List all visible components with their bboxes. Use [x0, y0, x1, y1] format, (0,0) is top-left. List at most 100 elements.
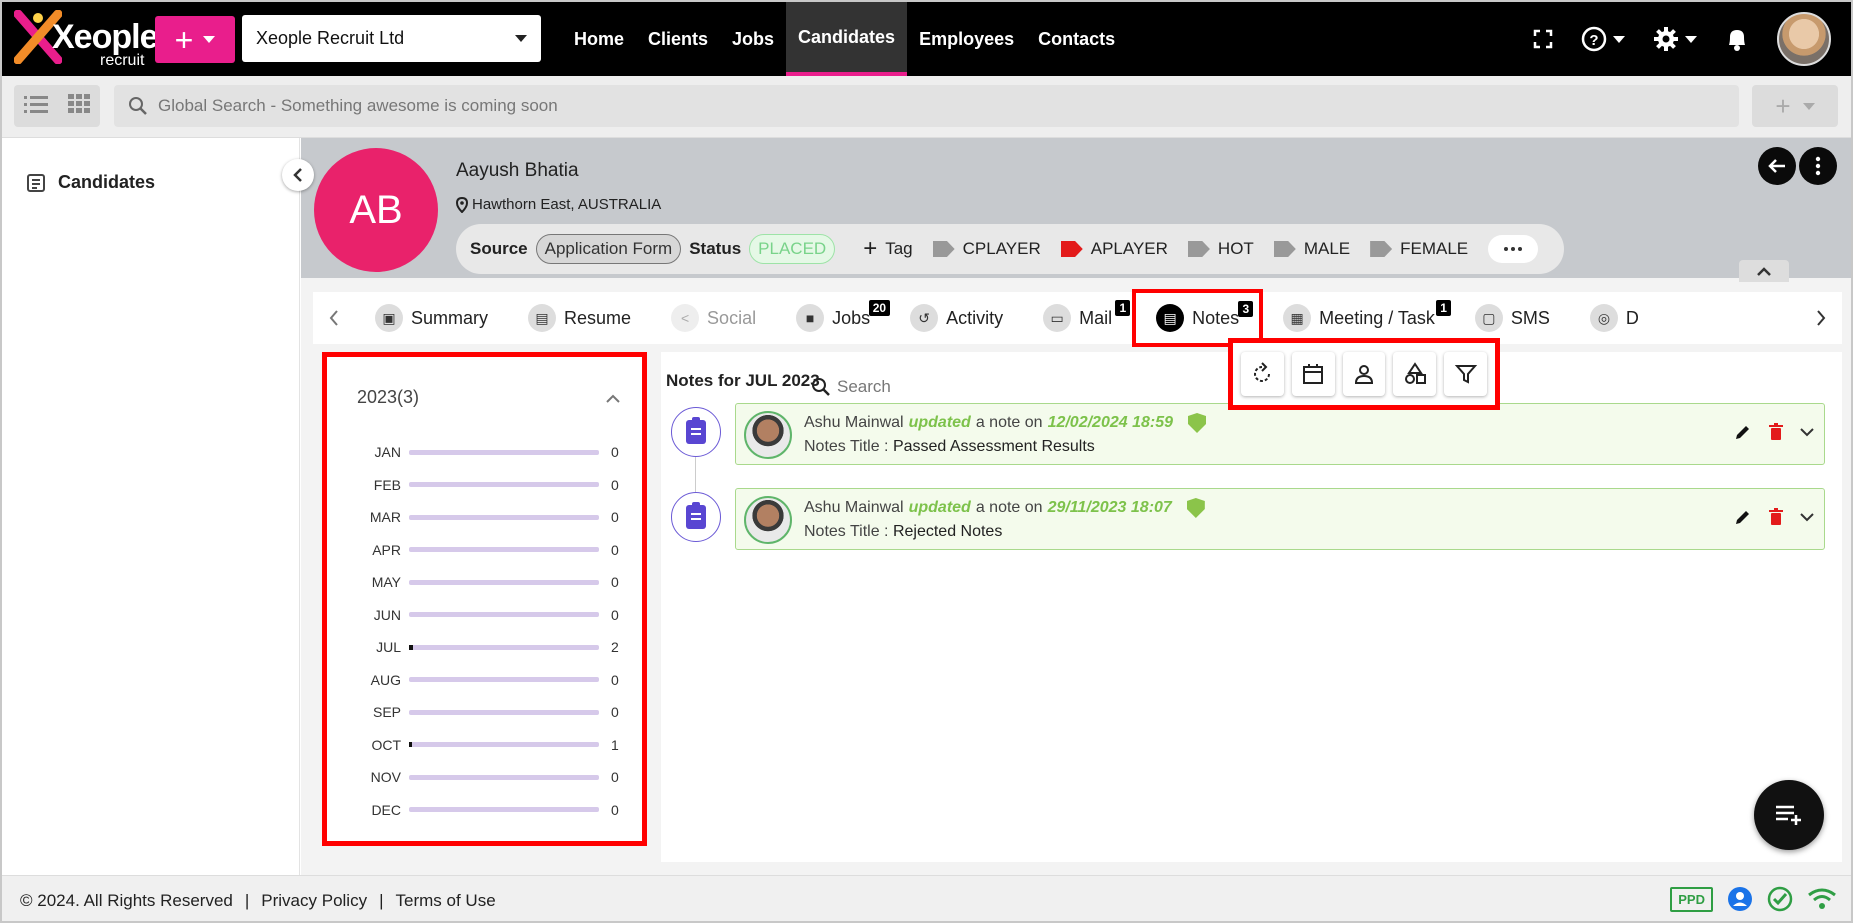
nav-jobs[interactable]: Jobs	[720, 2, 786, 76]
month-row[interactable]: NOV 0	[357, 767, 622, 787]
tag-hot[interactable]: HOT	[1187, 239, 1254, 259]
tag-cplayer[interactable]: CPLAYER	[932, 239, 1041, 259]
delete-icon[interactable]	[1768, 423, 1784, 441]
refresh-icon	[1254, 362, 1271, 382]
nav-employees[interactable]: Employees	[907, 2, 1026, 76]
more-tags-button[interactable]	[1488, 235, 1539, 263]
wifi-icon[interactable]	[1807, 887, 1837, 911]
month-row[interactable]: FEB 0	[357, 475, 622, 495]
note-item[interactable]: Ashu Mainwal updated a note on 12/02/202…	[735, 403, 1825, 465]
bell-icon[interactable]	[1725, 26, 1749, 52]
add-note-fab[interactable]	[1754, 780, 1824, 850]
month-bar-fill	[409, 742, 412, 747]
tag-aplayer[interactable]: APLAYER	[1060, 239, 1168, 259]
filter-button[interactable]	[1444, 352, 1487, 396]
note-item[interactable]: Ashu Mainwal updated a note on 29/11/202…	[735, 488, 1825, 550]
tab-count-badge: 1	[1436, 300, 1451, 316]
month-name: MAY	[371, 574, 401, 590]
month-row[interactable]: SEP 0	[357, 702, 622, 722]
month-name: AUG	[370, 671, 401, 688]
month-bar	[409, 742, 599, 747]
company-select[interactable]: Xeople Recruit Ltd	[242, 15, 541, 62]
help-icon: ?	[1581, 26, 1607, 52]
privacy-policy-link[interactable]: Privacy Policy	[261, 891, 367, 911]
arrow-left-icon	[1768, 159, 1785, 173]
tab-documents[interactable]: ◎ D	[1570, 292, 1643, 344]
candidate-location-text: Hawthorn East, AUSTRALIA	[472, 196, 662, 213]
month-row[interactable]: JAN 0	[357, 442, 622, 462]
sidebar-collapse-button[interactable]	[282, 159, 314, 191]
nav-candidates[interactable]: Candidates	[786, 2, 908, 76]
account-icon[interactable]	[1727, 886, 1753, 912]
status-label: Status	[689, 239, 742, 258]
edit-icon[interactable]	[1734, 423, 1752, 441]
tab-summary[interactable]: ▣ Summary	[355, 292, 508, 344]
nav-contacts[interactable]: Contacts	[1026, 2, 1127, 76]
user-avatar[interactable]	[1777, 12, 1831, 66]
help-menu[interactable]: ?	[1581, 26, 1625, 52]
check-circle-icon[interactable]	[1767, 886, 1793, 912]
month-row[interactable]: JUL 2	[357, 637, 622, 657]
tab-social[interactable]: < Social	[651, 292, 776, 344]
ppd-badge[interactable]: PPD	[1670, 886, 1713, 912]
settings-menu[interactable]	[1653, 26, 1697, 52]
grid-view-icon[interactable]	[68, 93, 90, 119]
add-tag-button[interactable]: + Tag	[863, 237, 912, 261]
tag-female[interactable]: FEMALE	[1370, 239, 1468, 259]
author-avatar	[744, 411, 792, 459]
year-heading[interactable]: 2023(3)	[357, 387, 419, 408]
tab-mail[interactable]: ▭ Mail 1	[1023, 292, 1132, 344]
global-search-input[interactable]: Global Search - Something awesome is com…	[114, 85, 1739, 127]
month-row[interactable]: AUG 0	[357, 670, 622, 690]
list-view-icon[interactable]	[24, 94, 48, 119]
sidebar-item-candidates[interactable]: Candidates	[26, 172, 155, 193]
xeople-logo[interactable]: Xeople recruit	[14, 8, 158, 70]
month-name: APR	[372, 541, 401, 558]
tab-jobs[interactable]: ■ Jobs 20	[776, 292, 891, 344]
filter-icon	[1454, 365, 1477, 384]
month-row[interactable]: APR 0	[357, 540, 622, 560]
add-record-button[interactable]: +	[1752, 85, 1838, 127]
tabs-scroll-left[interactable]	[313, 310, 355, 326]
tab-activity[interactable]: ↺ Activity	[890, 292, 1023, 344]
tag-label: CPLAYER	[962, 239, 1041, 258]
month-row[interactable]: DEC 0	[357, 800, 622, 820]
nav-clients[interactable]: Clients	[636, 2, 720, 76]
note-title-label: Notes Title :	[804, 523, 889, 540]
tag-label: HOT	[1217, 239, 1254, 258]
tag-label: MALE	[1303, 239, 1351, 258]
month-bar	[409, 709, 599, 715]
category-filter-button[interactable]	[1393, 352, 1437, 396]
calendar-filter-button[interactable]	[1291, 352, 1335, 396]
month-bar	[409, 449, 599, 455]
terms-of-use-link[interactable]: Terms of Use	[396, 891, 496, 911]
tab-resume[interactable]: ▤ Resume	[508, 292, 651, 344]
chevron-down-icon[interactable]	[1800, 427, 1814, 437]
nav-home[interactable]: Home	[562, 2, 636, 76]
tabs-scroll-right[interactable]	[1800, 310, 1842, 326]
month-row[interactable]: JUN 0	[357, 605, 622, 625]
status-badge: PLACED	[749, 234, 836, 264]
tab-meeting-task[interactable]: ▦ Meeting / Task 1	[1263, 292, 1455, 344]
quick-add-button[interactable]: +	[155, 16, 235, 63]
header-collapse-button[interactable]	[1739, 260, 1789, 282]
chevron-down-icon[interactable]	[1800, 512, 1814, 522]
user-filter-button[interactable]	[1342, 352, 1386, 396]
month-row[interactable]: MAY 0	[357, 572, 622, 592]
tab-label: Jobs	[832, 307, 871, 328]
back-button[interactable]	[1758, 147, 1796, 185]
edit-icon[interactable]	[1734, 508, 1752, 526]
chevron-up-icon[interactable]	[606, 387, 620, 408]
chevron-up-icon	[1757, 266, 1771, 276]
month-row[interactable]: OCT 1	[357, 735, 622, 755]
more-options-button[interactable]	[1799, 147, 1837, 185]
note-mid-text: a note on	[975, 414, 1043, 431]
tab-sms[interactable]: ▢ SMS	[1455, 292, 1570, 344]
notes-panel: Notes for JUL 2023 Search Ashu Mainwal u…	[661, 352, 1842, 862]
month-row[interactable]: MAR 0	[357, 507, 622, 527]
month-bar	[409, 677, 599, 682]
fullscreen-icon[interactable]	[1533, 29, 1553, 49]
refresh-button[interactable]	[1241, 352, 1284, 396]
delete-icon[interactable]	[1768, 508, 1784, 526]
tag-male[interactable]: MALE	[1273, 239, 1351, 259]
